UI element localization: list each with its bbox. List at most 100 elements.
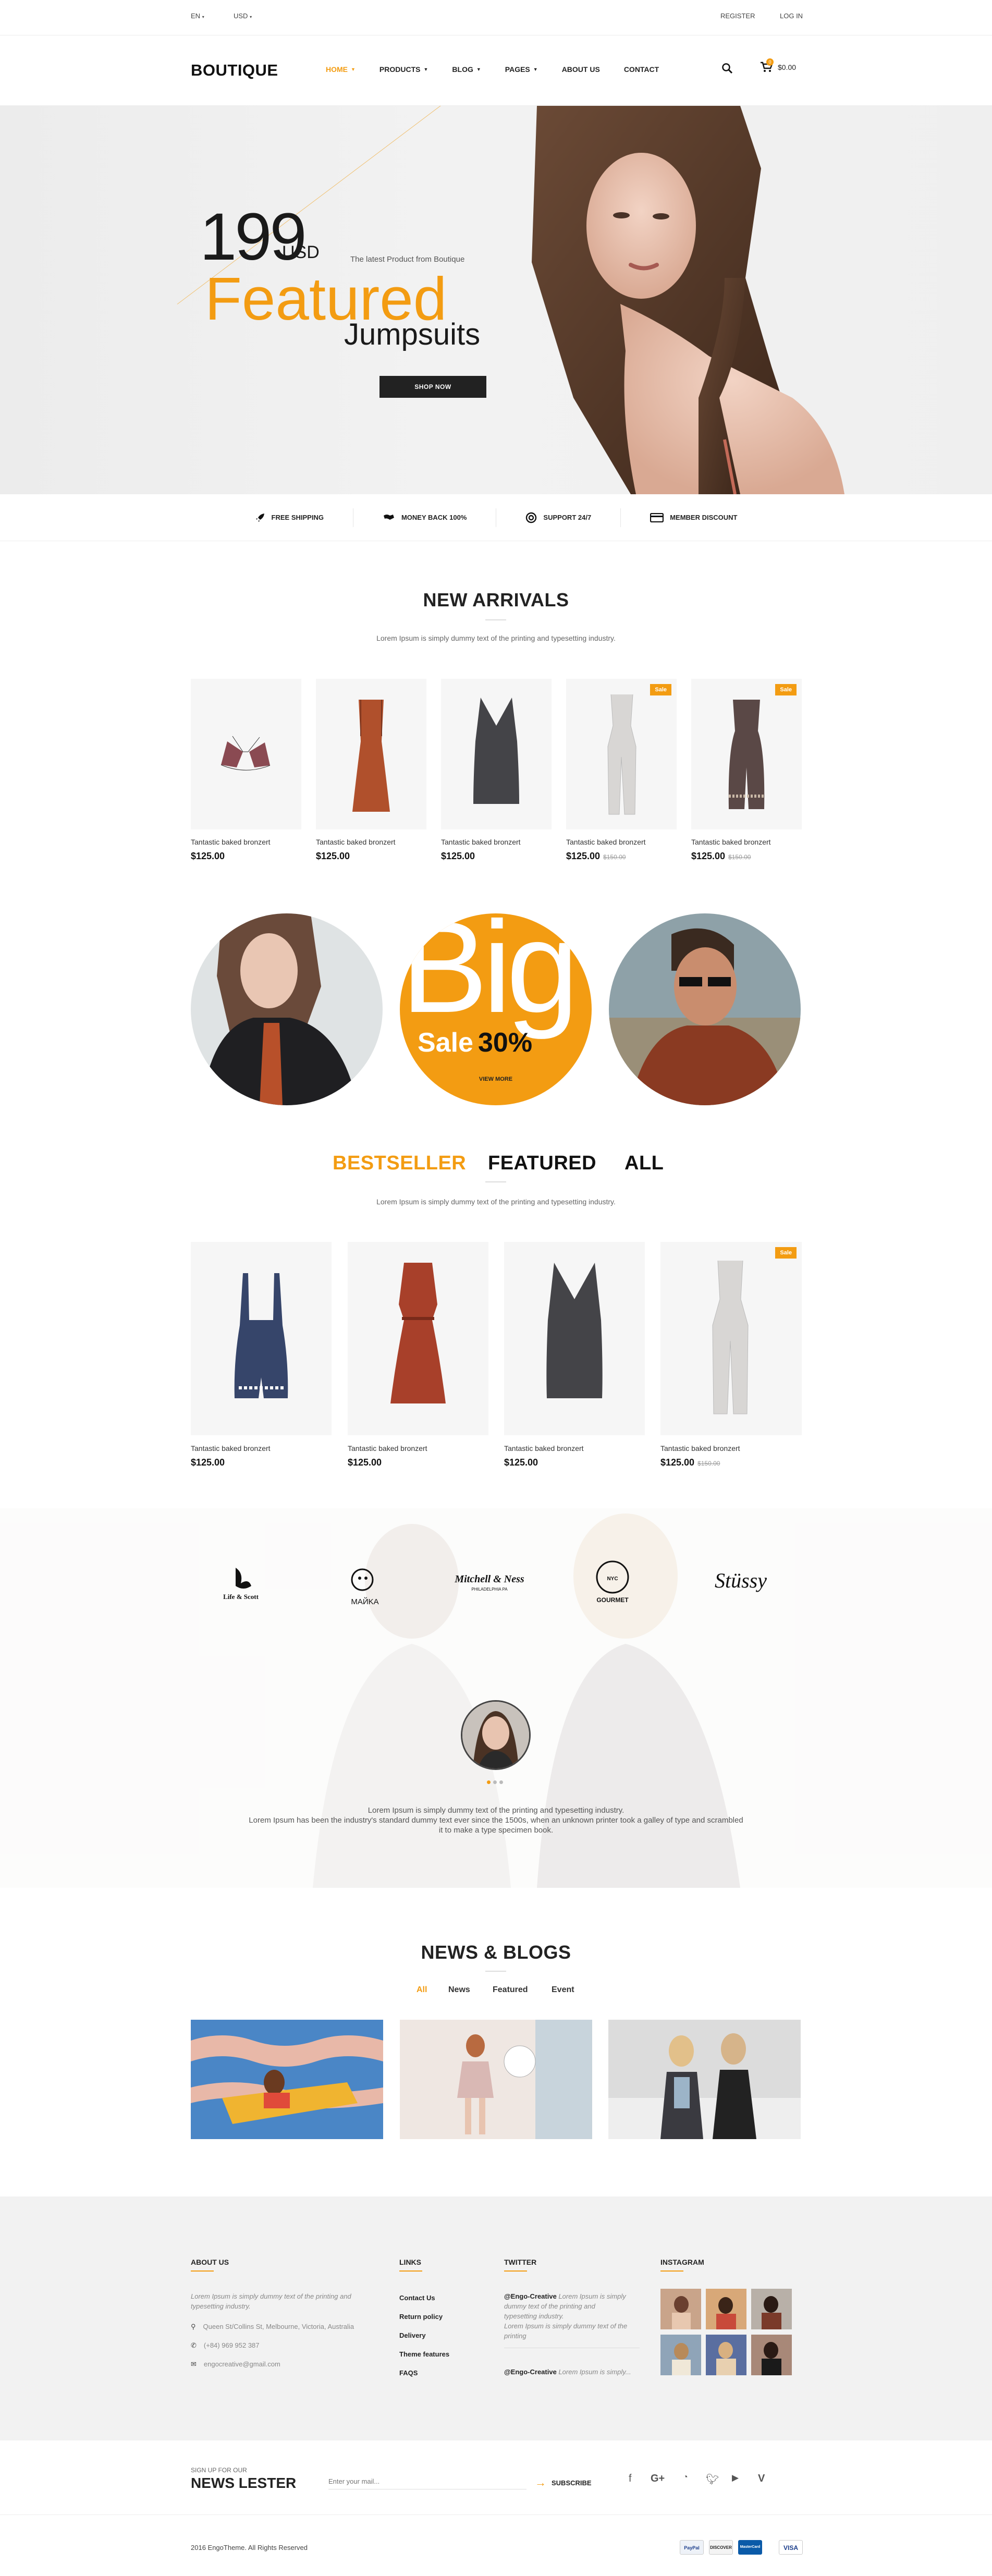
product-name[interactable]: Tantastic baked bronzert (191, 838, 271, 846)
view-more-link[interactable]: VIEW MORE (400, 1076, 592, 1082)
feature-label: MONEY BACK 100% (401, 514, 467, 521)
promo-circle-women[interactable] (191, 913, 383, 1105)
cart-button[interactable]: 0 $0.00 (760, 58, 796, 73)
rss-icon[interactable]: ◔ (683, 2473, 688, 2482)
promo-circle-men[interactable] (609, 913, 801, 1105)
product-card[interactable]: Sale (691, 679, 802, 829)
svg-text:MAЙKA: MAЙKA (351, 1597, 378, 1606)
nav-pages[interactable]: PAGES ▼ (505, 65, 538, 74)
product-card[interactable] (191, 679, 301, 829)
tab-featured[interactable]: FEATURED (488, 1152, 596, 1175)
brand-logo-life-scott[interactable]: Life & Scott (215, 1562, 267, 1607)
blogs-title: NEWS & BLOGS (421, 1942, 571, 1963)
blog-post-image[interactable] (608, 2020, 801, 2139)
testimonial-line-3: it to make a type specimen book. (438, 1826, 554, 1835)
product-name[interactable]: Tantastic baked bronzert (316, 838, 396, 846)
product-image (352, 700, 390, 812)
hero-subheadline: Jumpsuits (344, 318, 481, 351)
language-selector[interactable]: EN ▾ (191, 12, 204, 20)
footer-link-theme[interactable]: Theme features (399, 2350, 449, 2358)
product-card[interactable] (441, 679, 552, 829)
carousel-dot-active[interactable] (487, 1780, 491, 1784)
product-image (546, 1263, 603, 1398)
instagram-thumb[interactable] (751, 2289, 792, 2329)
blog-tab-featured[interactable]: Featured (493, 1985, 528, 1995)
search-icon[interactable] (721, 63, 733, 74)
product-name[interactable]: Tantastic baked bronzert (191, 1444, 271, 1452)
product-name[interactable]: Tantastic baked bronzert (441, 838, 521, 846)
product-card[interactable] (348, 1242, 488, 1435)
tweet-user[interactable]: @Engo-Creative (504, 2368, 557, 2376)
footer-title-underline (660, 2270, 683, 2272)
youtube-icon[interactable]: ▶ (732, 2473, 739, 2483)
instagram-thumb[interactable] (706, 2335, 746, 2375)
logo[interactable]: BOUTIQUE (191, 61, 278, 80)
product-card[interactable] (191, 1242, 332, 1435)
blog-post-image[interactable] (191, 2020, 383, 2139)
section-divider (485, 619, 506, 620)
blog-post-image[interactable] (400, 2020, 592, 2139)
promo-circle-big-sale[interactable]: Big Sale 30% VIEW MORE (400, 913, 592, 1105)
product-card[interactable]: Sale (660, 1242, 802, 1435)
product-name[interactable]: Tantastic baked bronzert (504, 1444, 584, 1452)
footer-link-delivery[interactable]: Delivery (399, 2331, 426, 2339)
product-name[interactable]: Tantastic baked bronzert (348, 1444, 427, 1452)
product-name[interactable]: Tantastic baked bronzert (660, 1444, 740, 1452)
brand-logo-stussy[interactable]: Stüssy (712, 1560, 769, 1605)
google-plus-icon[interactable]: G+ (651, 2473, 665, 2485)
tab-bestseller[interactable]: BESTSELLER (333, 1152, 466, 1175)
tweet-user[interactable]: @Engo-Creative (504, 2292, 557, 2300)
newsletter-email-input[interactable] (328, 2474, 526, 2489)
price-current: $125.00 (191, 1457, 225, 1468)
footer-links-title: LINKS (399, 2258, 421, 2266)
subscribe-button[interactable]: → SUBSCRIBE (535, 2476, 592, 2489)
footer-link-contact[interactable]: Contact Us (399, 2294, 435, 2302)
instagram-thumb[interactable] (660, 2335, 701, 2375)
currency-selector[interactable]: USD ▾ (234, 12, 252, 20)
tweet-text: printing (504, 2332, 526, 2340)
footer-email[interactable]: ✉ engocreative@gmail.com (191, 2359, 280, 2369)
tab-all[interactable]: ALL (624, 1152, 664, 1175)
instagram-thumb[interactable] (660, 2289, 701, 2329)
facebook-icon[interactable]: f (629, 2473, 632, 2485)
footer-link-faqs[interactable]: FAQS (399, 2369, 418, 2377)
sale-badge: Sale (775, 684, 797, 695)
register-link[interactable]: REGISTER (720, 12, 755, 20)
twitter-icon[interactable]: 🐦︎ (706, 2473, 719, 2486)
nav-home[interactable]: HOME ▼ (326, 65, 356, 74)
nav-contact[interactable]: CONTACT (624, 65, 659, 74)
product-name[interactable]: Tantastic baked bronzert (566, 838, 646, 846)
shop-now-button[interactable]: SHOP NOW (379, 376, 486, 398)
nav-blog[interactable]: BLOG ▼ (452, 65, 481, 74)
tweet-text: Lorem Ipsum is simply (558, 2292, 626, 2300)
instagram-thumb[interactable] (706, 2289, 746, 2329)
price-current: $125.00 (566, 851, 601, 861)
login-link[interactable]: LOG IN (780, 12, 803, 20)
instagram-thumb[interactable] (751, 2335, 792, 2375)
vine-icon[interactable]: V (758, 2473, 765, 2485)
product-card[interactable] (504, 1242, 645, 1435)
product-card[interactable]: Sale (566, 679, 677, 829)
footer-link-return[interactable]: Return policy (399, 2313, 443, 2321)
brand-logo-mitchell-ness[interactable]: Mitchell & Ness PHILADELPHIA PA (445, 1567, 534, 1601)
carousel-dot[interactable] (493, 1780, 497, 1784)
brand-logo-nyc-gourmet[interactable]: NYC GOURMET (589, 1558, 636, 1608)
nav-about-label: ABOUT US (561, 65, 600, 74)
blog-tab-event[interactable]: Event (552, 1985, 574, 1995)
blog-tab-all[interactable]: All (417, 1985, 427, 1995)
nav-blog-label: BLOG (452, 65, 473, 74)
price-current: $125.00 (691, 851, 726, 861)
nav-products-label: PRODUCTS (379, 65, 421, 74)
blog-tab-news[interactable]: News (448, 1985, 470, 1995)
main-header: BOUTIQUE HOME ▼ PRODUCTS ▼ BLOG ▼ PAGES ▼ AB… (0, 35, 992, 106)
carousel-dot[interactable] (499, 1780, 503, 1784)
envelope-icon: ✉ (191, 2360, 197, 2368)
product-card[interactable] (316, 679, 426, 829)
brand-logo-mayka[interactable]: MAЙKA (339, 1556, 391, 1611)
nav-about[interactable]: ABOUT US (562, 65, 600, 74)
product-price: $125.00 (441, 851, 475, 862)
chevron-down-icon: ▼ (533, 67, 538, 72)
nav-products[interactable]: PRODUCTS ▼ (379, 65, 428, 74)
product-name[interactable]: Tantastic baked bronzert (691, 838, 771, 846)
currency-label: USD (234, 12, 248, 20)
